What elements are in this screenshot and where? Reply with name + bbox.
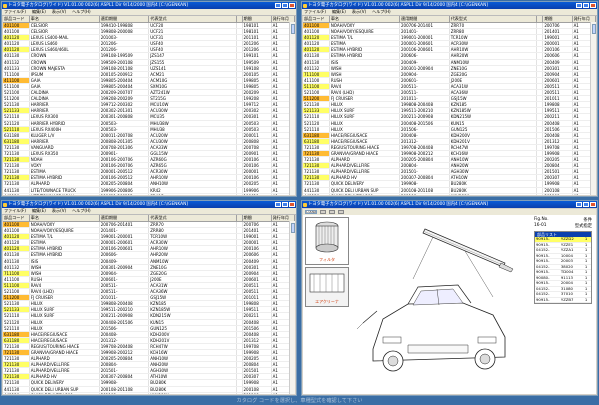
table-cell: QUICK DELIVERY 200	[29, 392, 100, 394]
menu-file[interactable]: ファイル(F)	[4, 208, 26, 214]
window-title: トヨタ電子カタログ(ワイド) V1.01.00 002(6) ASPL1 Dir…	[308, 202, 488, 207]
app-icon	[3, 3, 7, 8]
menu-bar: ファイル(F) 編集(E) 表示(V) ヘルプ(H)	[302, 9, 597, 16]
menu-edit[interactable]: 編集(E)	[332, 9, 346, 15]
table-row[interactable]: 441130LITE/TOWNACE NOAH199611-200112SR40…	[3, 193, 295, 195]
table-cell: 441130	[303, 193, 330, 195]
air-cleaner-thumbnail[interactable]: エアクリーナ	[305, 267, 349, 307]
vehicle-grid: 部品コード 車名 適用期間 代表型式 期間 発行年月 401100 NOAH/VOXY 200…	[3, 215, 295, 394]
window-title: トヨタ電子カタログ(ワイド) V1.01.00 002(6) ASPL1 Dir…	[308, 3, 488, 8]
title-bar[interactable]: トヨタ電子カタログ(ワイド) V1.01.00 002(6) ASPL1 Dir…	[302, 2, 597, 9]
app-icon	[303, 202, 307, 207]
menu-bar: ファイル(F) 編集(E) 表示(V) ヘルプ(H)	[2, 9, 296, 16]
close-button[interactable]	[590, 3, 596, 8]
parts-list: 部品リスト 90915- YZZD2 1 90915- YZZE1 1 04152- YZZA…	[534, 231, 592, 304]
catalog-window-3: トヨタ電子カタログ(ワイド) V1.01.00 002(6) ASPL1 Dir…	[1, 200, 297, 396]
vehicle-grid: 部品コード 車名 適用期間 代表型式 期間 発行年月 401100 NOAH/VOXY 200…	[303, 16, 596, 195]
vertical-scrollbar[interactable]	[590, 22, 596, 195]
menu-file[interactable]: ファイル(F)	[4, 9, 26, 15]
title-bar[interactable]: トヨタ電子カタログ(ワイド) V1.01.00 002(6) ASPL1 Dir…	[2, 201, 296, 208]
scroll-thumb[interactable]	[290, 223, 295, 233]
zoom-out-button[interactable]	[329, 210, 335, 214]
menu-file[interactable]: ファイル(F)	[304, 9, 326, 15]
maximize-button[interactable]	[282, 3, 288, 8]
title-bar[interactable]: トヨタ電子カタログ(ワイド) V1.01.00 002(6) ASPL1 Dir…	[302, 201, 597, 208]
title-bar[interactable]: トヨタ電子カタログ(ワイド) V1.01.00 002(6) ASPL1 Dir…	[2, 2, 296, 9]
fig-code-input[interactable]	[305, 210, 317, 214]
table-cell: LITE/TOWNACE NOAH	[29, 193, 100, 195]
table-cell: 201108-	[99, 392, 150, 394]
vehicle-exploded-diagram	[356, 228, 514, 372]
table-cell: 441130	[3, 392, 30, 394]
vehicle-grid: 部品コード 車名 適用期間 代表型式 期間 発行年月 401100 CELSIOR 19941…	[3, 16, 295, 195]
thumbnail-label: フィルタ	[319, 257, 335, 262]
table-cell: 199611-200112	[99, 193, 150, 195]
parts-list-row[interactable]: 90915- YZZB7 1	[535, 297, 591, 303]
table-cell: 201108	[242, 392, 272, 394]
menu-edit[interactable]: 編集(E)	[32, 9, 46, 15]
scroll-thumb[interactable]	[290, 24, 295, 34]
menu-view[interactable]: 表示(V)	[352, 9, 366, 15]
parts-list-cell: 90915-	[535, 297, 560, 303]
menu-view[interactable]: 表示(V)	[52, 9, 66, 15]
close-button[interactable]	[289, 3, 295, 8]
oil-filter-thumbnail[interactable]: フィルタ	[305, 217, 349, 265]
catalog-window-2: トヨタ電子カタログ(ワイド) V1.01.00 002(6) ASPL1 Dir…	[301, 1, 598, 197]
table-row[interactable]: 441130QUICK DELIVERY 200201108-XKU280K 20…	[3, 392, 295, 394]
thumbnail-label: エアクリーナ	[315, 299, 339, 304]
print-button[interactable]	[338, 210, 344, 214]
table-cell: 201108	[542, 193, 573, 195]
table-cell: QUICK DELIVERY 200	[329, 193, 401, 195]
scroll-thumb[interactable]	[591, 24, 596, 34]
minimize-button[interactable]	[576, 3, 582, 8]
app-icon	[3, 202, 7, 207]
parts-list-cell: YZZB7	[559, 297, 584, 303]
table-cell: 199611	[242, 193, 272, 195]
close-button[interactable]	[289, 202, 295, 207]
desktop-caption: カタログ コードを選択し、車種型式を確認して下さい	[0, 398, 599, 405]
parts-panel: Fig.No. 条件 16-01 型式指定 部品リスト 90915- YZZD2 1…	[532, 217, 594, 392]
close-button[interactable]	[590, 202, 596, 207]
maximize-button[interactable]	[583, 3, 589, 8]
catalog-window-1: トヨタ電子カタログ(ワイド) V1.01.00 002(6) ASPL1 Dir…	[1, 1, 297, 197]
menu-help[interactable]: ヘルプ(H)	[72, 9, 91, 15]
menu-edit[interactable]: 編集(E)	[32, 208, 46, 214]
catalog-value: 型式指定	[574, 224, 592, 229]
minimize-button[interactable]	[275, 202, 281, 207]
menu-bar: ファイル(F) 編集(E) 表示(V) ヘルプ(H)	[2, 208, 296, 215]
fig-no-value: 16-01	[534, 223, 547, 228]
menu-help[interactable]: ヘルプ(H)	[72, 208, 91, 214]
app-icon	[303, 3, 307, 8]
menu-help[interactable]: ヘルプ(H)	[372, 9, 391, 15]
table-row[interactable]: 441130QUICK DELIVERY 200201108-XKU280K 20…	[303, 193, 596, 195]
vertical-scrollbar[interactable]	[289, 22, 295, 195]
minimize-button[interactable]	[275, 3, 281, 8]
zoom-in-button[interactable]	[320, 210, 326, 214]
table-cell: 441130	[3, 193, 30, 195]
table-cell: SR40G	[148, 193, 237, 195]
vertical-scrollbar[interactable]	[289, 221, 295, 394]
air-cleaner-icon	[309, 273, 345, 293]
window-title: トヨタ電子カタログ(ワイド) V1.01.00 002(6) ASPL1 Dir…	[8, 202, 188, 207]
menu-view[interactable]: 表示(V)	[52, 208, 66, 214]
thumbnail-column: フィルタ エアクリーナ	[305, 217, 349, 392]
diagram-area: フィルタ エアクリーナ Fig.No. 条件 16-01 型式指定 部品リスト …	[303, 215, 596, 394]
window-title: トヨタ電子カタログ(ワイド) V1.01.00 002(6) ASPL1 Dir…	[8, 3, 188, 8]
table-cell: 201108-	[399, 193, 450, 195]
table-cell: XKU280K	[148, 392, 237, 394]
parts-list-cell: 1	[583, 297, 591, 303]
maximize-button[interactable]	[583, 202, 589, 207]
maximize-button[interactable]	[282, 202, 288, 207]
table-cell: XKU280K	[449, 193, 538, 195]
diagram-window: トヨタ電子カタログ(ワイド) V1.01.00 002(6) ASPL1 Dir…	[301, 200, 598, 396]
oil-filter-icon	[315, 221, 339, 253]
minimize-button[interactable]	[576, 202, 582, 207]
